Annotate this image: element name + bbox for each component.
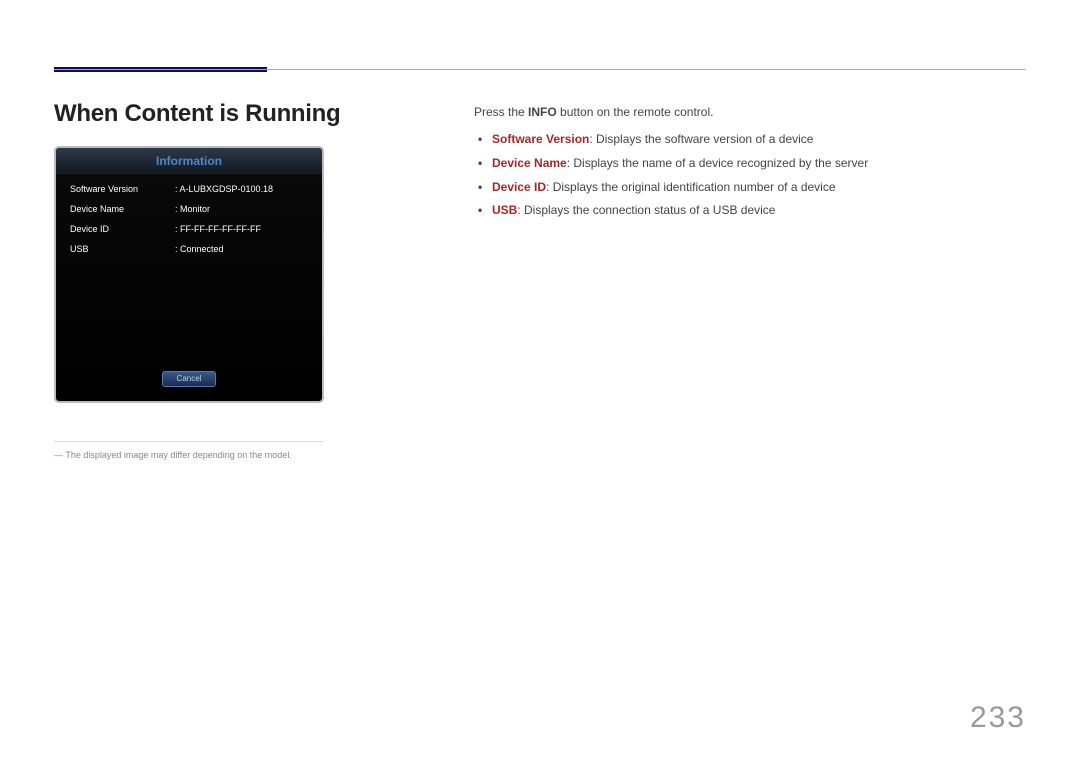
info-value: : Monitor <box>175 204 308 214</box>
footnote-separator <box>54 441 324 442</box>
footnote-text: ― The displayed image may differ dependi… <box>54 450 444 460</box>
info-value: : A-LUBXGDSP-0100.18 <box>175 184 308 194</box>
cancel-button[interactable]: Cancel <box>162 371 216 387</box>
term: Software Version <box>492 132 589 146</box>
info-label: Device Name <box>70 204 175 214</box>
info-panel-body: Software Version : A-LUBXGDSP-0100.18 De… <box>56 174 322 274</box>
term-desc: : Displays the software version of a dev… <box>589 132 813 146</box>
section-heading: When Content is Running <box>54 100 444 128</box>
term-desc: : Displays the original identification n… <box>546 180 836 194</box>
term: Device ID <box>492 180 546 194</box>
intro-text: Press the INFO button on the remote cont… <box>474 105 1026 119</box>
list-item: USB: Displays the connection status of a… <box>478 202 1026 219</box>
info-panel-title: Information <box>56 148 322 174</box>
description-list: Software Version: Displays the software … <box>474 131 1026 219</box>
info-row: Device ID : FF-FF-FF-FF-FF-FF <box>70 224 308 234</box>
info-label: USB <box>70 244 175 254</box>
list-item: Software Version: Displays the software … <box>478 131 1026 148</box>
info-value: : FF-FF-FF-FF-FF-FF <box>175 224 308 234</box>
info-label: Software Version <box>70 184 175 194</box>
info-row: USB : Connected <box>70 244 308 254</box>
term: USB <box>492 203 517 217</box>
list-item: Device Name: Displays the name of a devi… <box>478 155 1026 172</box>
intro-prefix: Press the <box>474 105 528 119</box>
page-number: 233 <box>970 701 1026 735</box>
intro-bold: INFO <box>528 105 557 119</box>
info-panel: Information Software Version : A-LUBXGDS… <box>54 146 324 403</box>
term-desc: : Displays the connection status of a US… <box>517 203 775 217</box>
list-item: Device ID: Displays the original identif… <box>478 179 1026 196</box>
info-row: Device Name : Monitor <box>70 204 308 214</box>
info-value: : Connected <box>175 244 308 254</box>
header-line <box>54 69 1026 70</box>
info-row: Software Version : A-LUBXGDSP-0100.18 <box>70 184 308 194</box>
intro-suffix: button on the remote control. <box>557 105 714 119</box>
info-label: Device ID <box>70 224 175 234</box>
term: Device Name <box>492 156 567 170</box>
term-desc: : Displays the name of a device recogniz… <box>567 156 869 170</box>
